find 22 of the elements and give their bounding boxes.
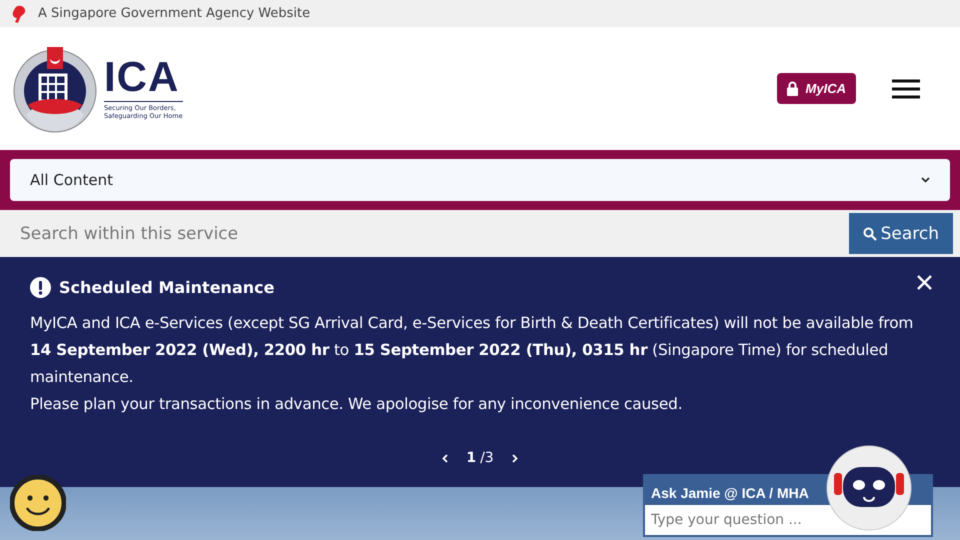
- current-page: 1: [466, 450, 476, 466]
- notice-text: Please plan your transactions in advance. We apologise for any inconvenience caused.: [30, 394, 684, 415]
- alert-icon: [30, 277, 51, 298]
- close-icon: [917, 275, 932, 290]
- logo-wordmark: ICA: [104, 56, 183, 102]
- robot-icon[interactable]: [826, 445, 912, 531]
- chevron-right-icon: [512, 454, 518, 462]
- myica-button[interactable]: MyICA: [776, 73, 856, 104]
- search-field[interactable]: Search within this service: [0, 210, 849, 257]
- notice-title: Scheduled Maintenance: [59, 278, 274, 297]
- notice-text: MyICA and ICA e-Services (except SG Arrival Card, e-Services for Birth & Death Certificates) will not be available from 14 September 2022 (Wed), 2200 hr to 15 September 2022 (Thu), 0315 hr (Singapore Time) for scheduled maintenance.: [30, 313, 914, 388]
- crest-icon: [12, 44, 98, 132]
- content-dropdown[interactable]: All Content: [10, 159, 950, 201]
- chat-title: Ask Jamie @ ICA / MHA: [650, 484, 810, 503]
- chevron-left-icon: [442, 454, 448, 462]
- search-icon: [862, 226, 877, 240]
- chevron-down-icon: [921, 177, 930, 183]
- masthead-text: A Singapore Government Agency Website: [38, 6, 310, 21]
- page-total: /3: [480, 450, 494, 466]
- menu-icon[interactable]: [892, 78, 920, 98]
- search-button[interactable]: Search: [848, 210, 960, 257]
- lock-icon: [786, 81, 798, 96]
